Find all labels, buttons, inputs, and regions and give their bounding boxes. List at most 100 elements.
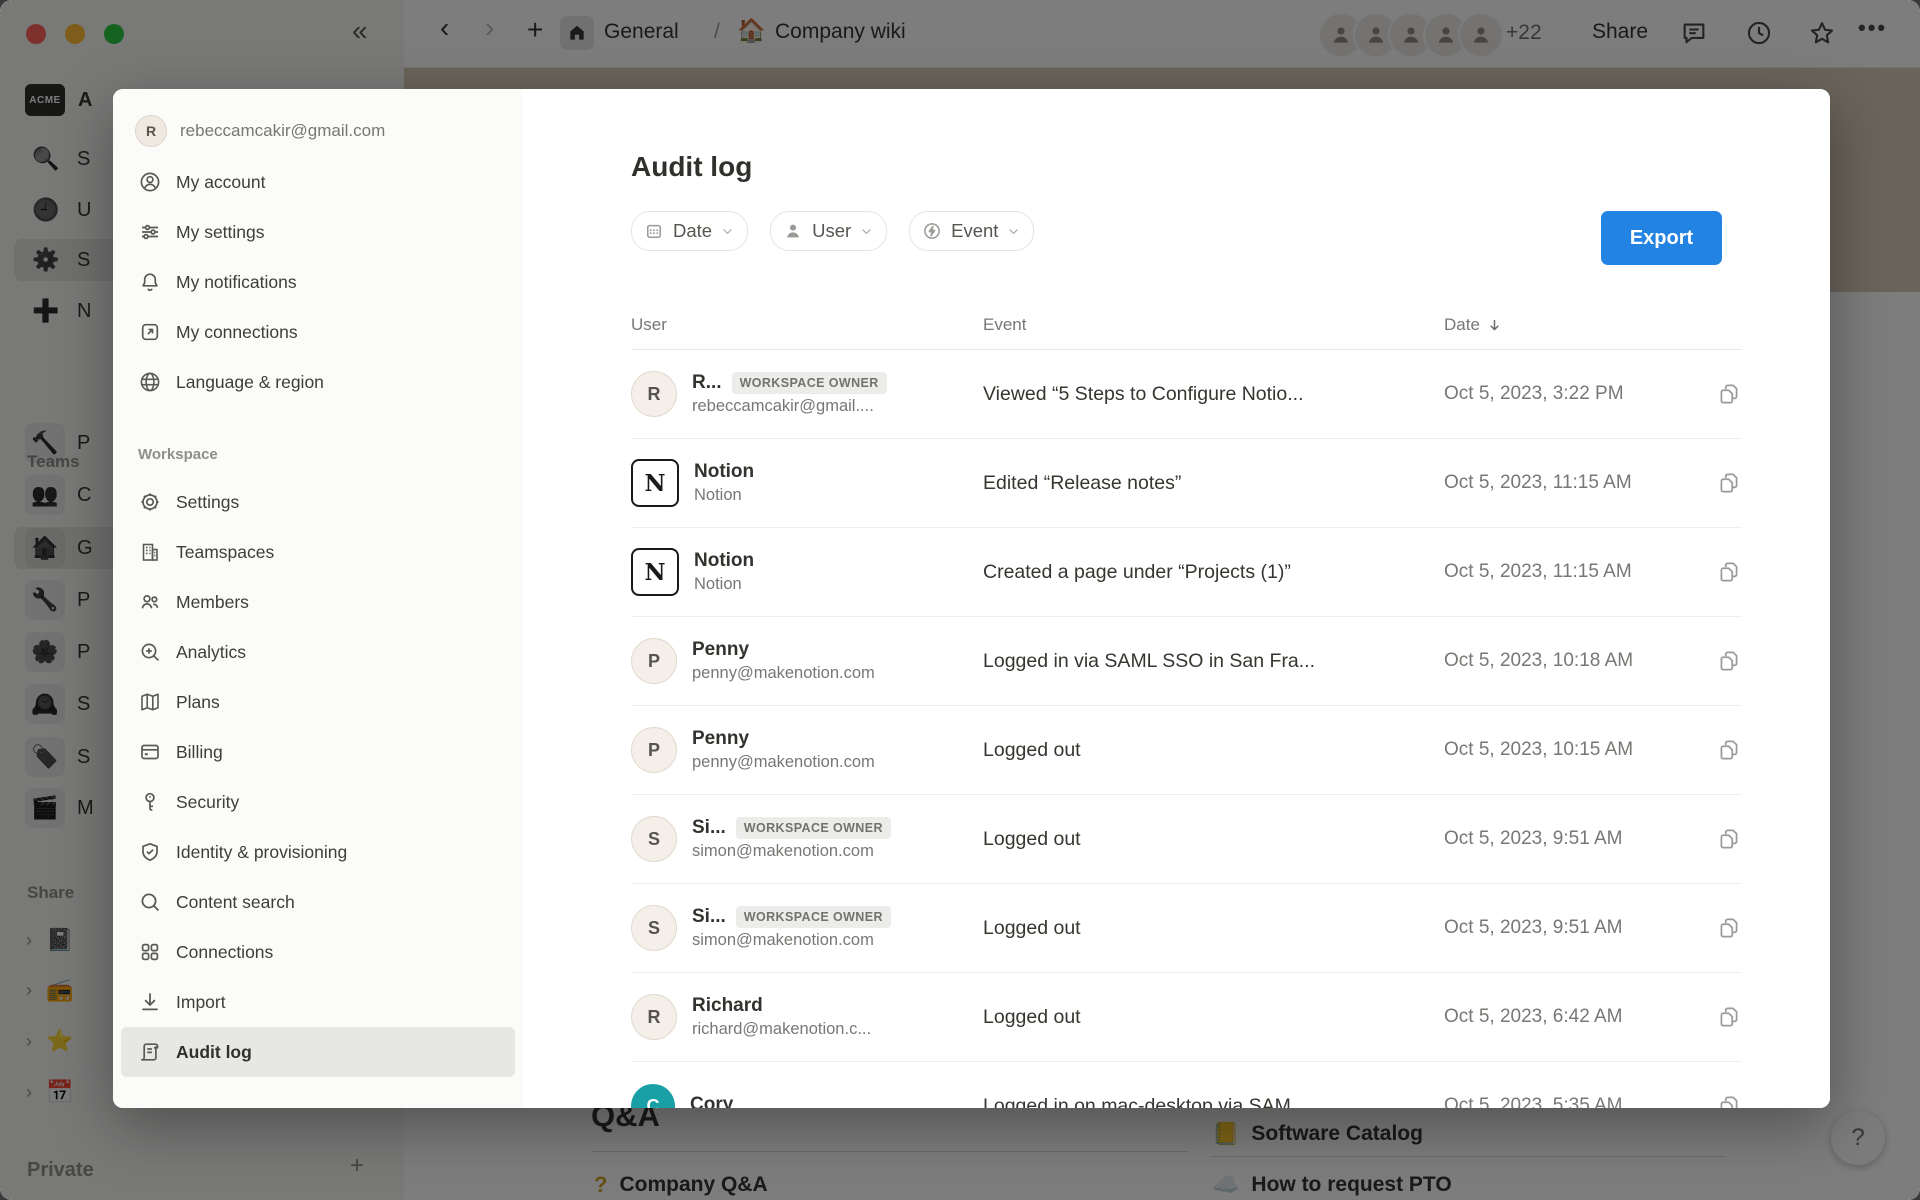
bell-icon <box>138 270 162 294</box>
row-user-name: Si... <box>692 817 726 839</box>
filter-event[interactable]: Event <box>909 211 1034 251</box>
row-user-name: Notion <box>694 550 754 572</box>
row-date: Oct 5, 2023, 9:51 AM <box>1444 917 1623 939</box>
settings-nav-members[interactable]: Members <box>121 577 515 627</box>
copy-icon[interactable] <box>1716 648 1742 674</box>
search-icon <box>138 890 162 914</box>
row-date: Oct 5, 2023, 10:15 AM <box>1444 739 1633 761</box>
settings-nav-settings[interactable]: Settings <box>121 477 515 527</box>
row-avatar: S <box>631 816 677 862</box>
account-row: R rebeccamcakir@gmail.com <box>113 105 523 157</box>
settings-nav-language-region[interactable]: Language & region <box>121 357 515 407</box>
row-event: Logged out <box>983 1006 1444 1029</box>
copy-icon[interactable] <box>1716 737 1742 763</box>
copy-icon[interactable] <box>1716 559 1742 585</box>
row-event: Logged out <box>983 828 1444 851</box>
filter-user[interactable]: User <box>770 211 887 251</box>
settings-sidebar: R rebeccamcakir@gmail.com My account My … <box>113 89 523 1108</box>
copy-icon[interactable] <box>1716 381 1742 407</box>
settings-nav-connections[interactable]: Connections <box>121 927 515 977</box>
row-event: Created a page under “Projects (1)” <box>983 561 1444 584</box>
row-user-name: Richard <box>692 995 763 1017</box>
copy-icon[interactable] <box>1716 915 1742 941</box>
column-header-date[interactable]: Date <box>1444 315 1742 335</box>
filter-bar: Date User Event <box>631 211 1034 251</box>
account-avatar: R <box>135 115 167 147</box>
building-icon <box>138 540 162 564</box>
row-event: Logged out <box>983 739 1444 762</box>
row-avatar: R <box>631 371 677 417</box>
row-avatar: R <box>631 994 677 1040</box>
settings-nav-my-connections[interactable]: My connections <box>121 307 515 357</box>
row-avatar: S <box>631 905 677 951</box>
row-date: Oct 5, 2023, 3:22 PM <box>1444 383 1624 405</box>
page-title: Audit log <box>631 151 752 183</box>
row-user-email: penny@makenotion.com <box>692 753 875 772</box>
row-avatar: P <box>631 638 677 684</box>
workspace-owner-badge: WORKSPACE OWNER <box>736 906 891 928</box>
copy-icon[interactable] <box>1716 1004 1742 1030</box>
settings-nav-teamspaces[interactable]: Teamspaces <box>121 527 515 577</box>
column-header-user: User <box>631 315 983 335</box>
chevron-down-icon <box>721 225 734 238</box>
row-user-name: Cory <box>690 1094 733 1109</box>
row-user-email: Notion <box>694 486 754 505</box>
chevron-down-icon <box>1007 225 1020 238</box>
row-user-email: simon@makenotion.com <box>692 842 891 861</box>
members-icon <box>138 590 162 614</box>
workspace-owner-badge: WORKSPACE OWNER <box>732 372 887 394</box>
settings-nav-billing[interactable]: Billing <box>121 727 515 777</box>
row-user-email: richard@makenotion.c... <box>692 1020 871 1039</box>
column-header-event: Event <box>983 315 1444 335</box>
row-user-name: Si... <box>692 906 726 928</box>
export-button[interactable]: Export <box>1601 211 1722 265</box>
event-icon <box>922 221 942 241</box>
external-link-icon <box>138 320 162 344</box>
globe-icon <box>138 370 162 394</box>
row-user-email: Notion <box>694 575 754 594</box>
audit-log-panel: Audit log Date User Event Export User Ev… <box>523 89 1830 1108</box>
row-date: Oct 5, 2023, 9:51 AM <box>1444 828 1623 850</box>
sort-descending-icon <box>1487 318 1502 333</box>
copy-icon[interactable] <box>1716 470 1742 496</box>
row-avatar: C <box>631 1084 675 1108</box>
row-event: Logged out <box>983 917 1444 940</box>
sliders-icon <box>138 220 162 244</box>
audit-log-row: C Cory Logged in on mac-desktop via SAM.… <box>631 1062 1742 1108</box>
settings-nav-import[interactable]: Import <box>121 977 515 1027</box>
workspace-owner-badge: WORKSPACE OWNER <box>736 817 891 839</box>
scroll-icon <box>138 1040 162 1064</box>
settings-nav-analytics[interactable]: Analytics <box>121 627 515 677</box>
map-icon <box>138 690 162 714</box>
audit-log-row: N Notion Notion Edited “Release notes” O… <box>631 439 1742 528</box>
settings-nav-content-search[interactable]: Content search <box>121 877 515 927</box>
settings-nav-my-account[interactable]: My account <box>121 157 515 207</box>
row-avatar: N <box>631 548 679 596</box>
row-event: Logged in via SAML SSO in San Fra... <box>983 650 1444 673</box>
settings-nav-identity-provisioning[interactable]: Identity & provisioning <box>121 827 515 877</box>
row-user-name: Penny <box>692 639 749 661</box>
chevron-down-icon <box>860 225 873 238</box>
settings-nav-security[interactable]: Security <box>121 777 515 827</box>
row-user-name: Penny <box>692 728 749 750</box>
row-event: Logged in on mac-desktop via SAM... <box>983 1095 1444 1109</box>
settings-nav-plans[interactable]: Plans <box>121 677 515 727</box>
audit-log-row: N Notion Notion Created a page under “Pr… <box>631 528 1742 617</box>
gear-icon <box>138 490 162 514</box>
settings-nav-my-notifications[interactable]: My notifications <box>121 257 515 307</box>
settings-nav-my-settings[interactable]: My settings <box>121 207 515 257</box>
row-event: Viewed “5 Steps to Configure Notio... <box>983 383 1444 406</box>
row-user-name: R... <box>692 372 722 394</box>
row-user-name: Notion <box>694 461 754 483</box>
calendar-icon <box>644 221 664 241</box>
credit-card-icon <box>138 740 162 764</box>
audit-log-row: P Penny penny@makenotion.com Logged in v… <box>631 617 1742 706</box>
copy-icon[interactable] <box>1716 1093 1742 1108</box>
audit-log-row: R Richard richard@makenotion.c... Logged… <box>631 973 1742 1062</box>
row-date: Oct 5, 2023, 11:15 AM <box>1444 472 1632 494</box>
workspace-section-label: Workspace <box>138 437 523 471</box>
copy-icon[interactable] <box>1716 826 1742 852</box>
filter-date[interactable]: Date <box>631 211 748 251</box>
settings-nav-audit-log[interactable]: Audit log <box>121 1027 515 1077</box>
import-icon <box>138 990 162 1014</box>
